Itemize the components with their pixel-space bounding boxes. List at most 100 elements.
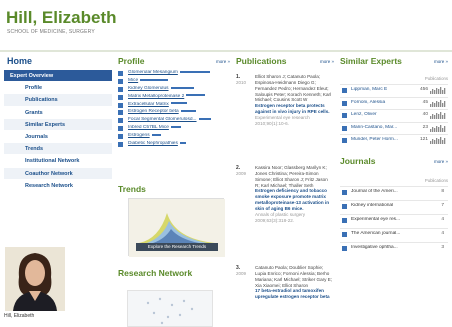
concept-label[interactable]: Glomerular Mesangium	[128, 70, 178, 75]
profile-concept-item[interactable]: Extracellular Matrix	[118, 102, 230, 110]
nav-item-coauthor-network[interactable]: Coauthor Network	[4, 167, 112, 180]
journal-name-link[interactable]: Experimental eye res...	[351, 217, 431, 222]
nav-item-profile[interactable]: Profile	[4, 82, 112, 95]
profile-concept-item[interactable]: Kidney Glomerulus	[118, 86, 230, 94]
similar-expert-row[interactable]: Lippman, Marc E 456	[340, 84, 448, 96]
publication-year: 2009	[236, 271, 247, 276]
journal-row[interactable]: The American journal... 4	[340, 228, 448, 241]
publication-title-link[interactable]: Estrogen deficiency and tobacco smoke ex…	[255, 188, 333, 211]
journal-row[interactable]: Kidney international 7	[340, 200, 448, 213]
publications-more-link[interactable]: more »	[320, 59, 334, 64]
concept-label[interactable]: Inbred C57BL Mice	[128, 125, 169, 130]
publication-year: 2010	[236, 80, 247, 85]
concept-label[interactable]: Kidney Glomerulus	[128, 86, 169, 91]
concept-weight-bar	[170, 125, 182, 128]
profile-title: Profile	[118, 56, 145, 66]
expert-publication-count: 456	[419, 87, 428, 92]
journals-header: Journals more »	[340, 156, 448, 166]
portrait-image	[5, 247, 65, 311]
concept-label[interactable]: Mice	[128, 78, 138, 83]
concept-label[interactable]: Extracellular Matrix	[128, 102, 169, 107]
journal-name-link[interactable]: Investigative ophtha...	[351, 245, 431, 250]
expert-name-link[interactable]: Fornoni, Alessia	[351, 100, 416, 105]
concept-label[interactable]: Focal Segmental Glomerulosd...	[128, 117, 197, 122]
similar-expert-row[interactable]: Lenz, Oliver 40	[340, 109, 448, 121]
concept-label[interactable]: Estrogens	[128, 133, 150, 138]
nav-title: Home	[7, 56, 33, 66]
expert-profile-page: Hill, Elizabeth SCHOOL OF MEDICINE, SURG…	[0, 0, 452, 327]
journals-more-link[interactable]: more »	[434, 159, 448, 164]
concept-weight-bar	[179, 141, 187, 144]
profile-concept-item[interactable]: Mice	[118, 78, 230, 86]
journal-marker-icon	[342, 218, 347, 223]
expert-marker-icon	[342, 113, 347, 118]
nav-item-expert-overview[interactable]: Expert Overview	[4, 70, 112, 83]
profile-more-link[interactable]: more »	[216, 59, 230, 64]
journal-publication-count: 4	[441, 217, 444, 222]
expert-sparkline-icon	[430, 112, 446, 119]
journal-name-link[interactable]: Journal of the Ameri...	[351, 189, 431, 194]
journal-marker-icon	[342, 246, 347, 251]
header-divider	[0, 50, 452, 52]
expert-sparkline-icon	[430, 137, 446, 144]
profile-concept-item[interactable]: Diabetic Nephropathies	[118, 141, 230, 149]
profile-concept-item[interactable]: Inbred C57BL Mice	[118, 125, 230, 133]
expert-name-link[interactable]: Mundel, Peter Horm...	[351, 137, 416, 142]
publication-year: 2009	[236, 171, 247, 176]
concept-weight-bar	[170, 86, 194, 89]
expert-marker-icon	[342, 138, 347, 143]
nav-item-publications[interactable]: Publications	[4, 94, 112, 107]
publication-source: Experimental eye research 2010;90(1):10-…	[255, 114, 310, 126]
trends-section: Trends	[118, 184, 230, 194]
similar-experts-section: Similar Experts more »	[340, 56, 448, 66]
expert-name-link[interactable]: Lippman, Marc E	[351, 87, 416, 92]
nav-item-research-network[interactable]: Research Network	[4, 179, 112, 192]
journals-title: Journals	[340, 156, 376, 166]
concept-weight-bar	[140, 78, 168, 81]
nav-item-grants[interactable]: Grants	[4, 106, 112, 119]
expert-marker-icon	[342, 125, 347, 131]
left-nav: Home Expert Overview Profile Publication…	[4, 56, 112, 192]
expert-sparkline-icon	[430, 87, 446, 94]
publication-title-link[interactable]: 17 beta-estradiol and tamoxifen upregula…	[255, 288, 333, 300]
profile-concept-item[interactable]: Estrogen Receptor beta	[118, 109, 230, 117]
concept-label[interactable]: Diabetic Nephropathies	[128, 141, 178, 146]
expert-name-link[interactable]: Marin-Castano, Mar...	[351, 125, 416, 130]
similar-expert-row[interactable]: Mundel, Peter Horm... 121	[340, 134, 448, 146]
concept-weight-bar	[170, 102, 188, 105]
journal-name-link[interactable]: Kidney international	[351, 203, 431, 208]
concept-marker-icon	[118, 134, 123, 140]
journal-row[interactable]: Investigative ophtha... 3	[340, 242, 448, 255]
nav-item-trends[interactable]: Trends	[4, 143, 112, 156]
profile-concept-item[interactable]: Glomerular Mesangium	[118, 70, 230, 78]
expert-publication-count: 45	[422, 99, 428, 105]
publication-text: Catanuto Paola; Doublier Sophie; Lupia E…	[255, 265, 333, 300]
profile-concept-item[interactable]: Matrix Metalloproteinase 2	[118, 94, 230, 102]
research-network-thumbnail[interactable]	[127, 290, 213, 327]
concept-label[interactable]: Estrogen Receptor beta	[128, 109, 179, 114]
publication-source: Annals of plastic surgery 2009;63(3):318…	[255, 211, 306, 223]
journal-row[interactable]: Experimental eye res... 4	[340, 214, 448, 227]
journal-name-link[interactable]: The American journal...	[351, 231, 431, 236]
profile-concept-item[interactable]: Estrogens	[118, 133, 230, 141]
publications-section: Publications more »	[236, 56, 334, 66]
similar-experts-more-link[interactable]: more »	[434, 59, 448, 64]
similar-expert-row[interactable]: Fornoni, Alessia 45	[340, 96, 448, 109]
expert-name: Hill, Elizabeth	[6, 8, 117, 27]
nav-item-journals[interactable]: Journals	[4, 130, 112, 144]
publication-title-link[interactable]: Estrogen receptor beta protects against …	[255, 103, 333, 115]
expert-sparkline-icon	[430, 124, 446, 132]
nav-item-institutional-network[interactable]: Institutional Network	[4, 155, 112, 168]
publication-item: 3. 2009 Catanuto Paola; Doublier Sophie;…	[236, 265, 334, 327]
profile-concept-item[interactable]: Focal Segmental Glomerulosd...	[118, 117, 230, 125]
journal-row[interactable]: Journal of the Ameri... 8	[340, 186, 448, 199]
journals-subheader: Publications	[424, 178, 448, 183]
expert-name-link[interactable]: Lenz, Oliver	[351, 112, 416, 117]
publication-text: Elliot Sharon J; Catanuto Paola; Espinos…	[255, 74, 333, 127]
explore-trends-button[interactable]: Explore the Research Trends	[136, 243, 218, 251]
concept-marker-icon	[118, 110, 123, 116]
expert-photo	[5, 247, 65, 311]
concept-label[interactable]: Matrix Metalloproteinase 2	[128, 94, 184, 99]
similar-expert-row[interactable]: Marin-Castano, Mar... 23	[340, 121, 448, 134]
nav-item-similar-experts[interactable]: Similar Experts	[4, 118, 112, 131]
